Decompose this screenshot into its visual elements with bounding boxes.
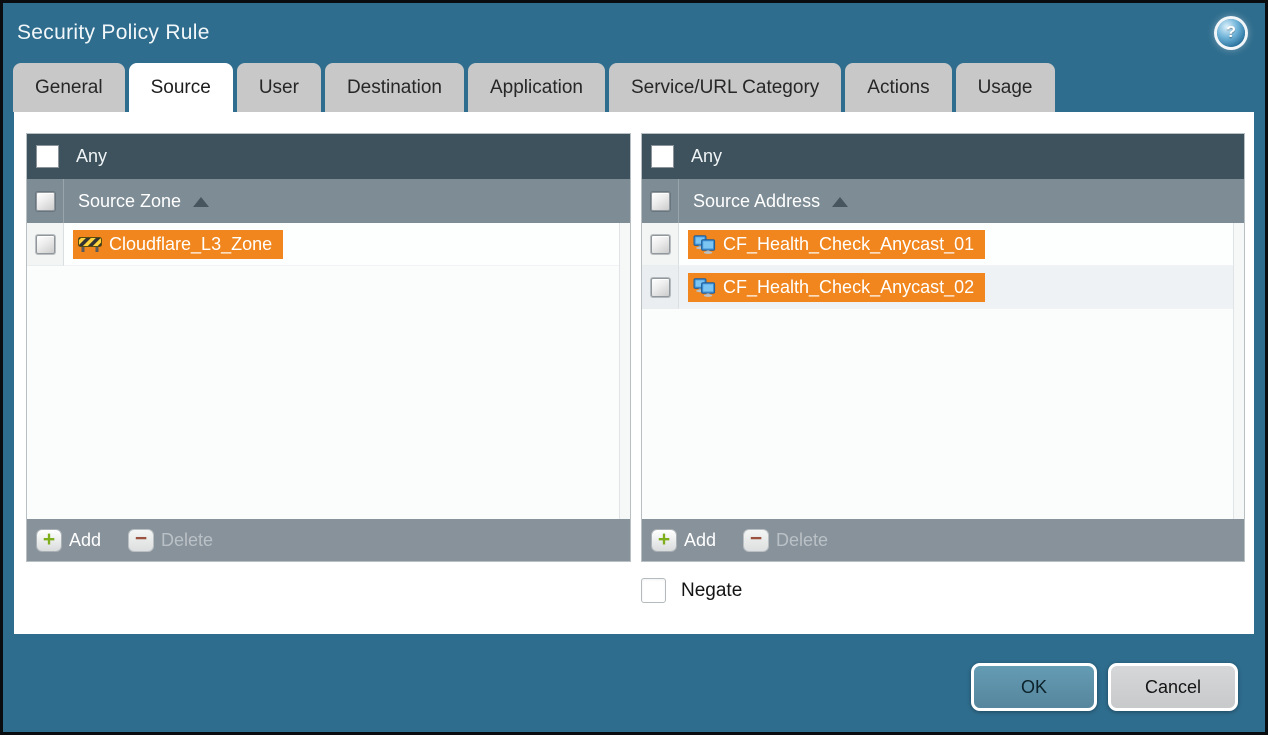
negate-checkbox[interactable] [641,578,666,603]
source-address-footer: + Add − Delete [642,519,1244,561]
address-icon [693,278,716,297]
negate-label: Negate [681,580,742,602]
source-zone-any-header: Any [27,134,630,179]
source-address-column-header[interactable]: Source Address [642,179,1244,223]
source-zone-footer: + Add − Delete [27,519,630,561]
address-object-label: CF_Health_Check_Anycast_01 [723,234,974,255]
sort-asc-icon [832,197,848,207]
delete-button-label: Delete [776,530,828,551]
cancel-button[interactable]: Cancel [1108,663,1238,711]
address-object-chip[interactable]: CF_Health_Check_Anycast_02 [688,273,985,302]
source-address-row-checkbox-2[interactable] [651,278,670,297]
row-checkbox-cell [642,266,679,309]
tab-service-url-category[interactable]: Service/URL Category [609,63,841,112]
source-address-rows-area: CF_Health_Check_Anycast_01 [642,223,1244,519]
tab-actions[interactable]: Actions [845,63,951,112]
address-icon [693,235,716,254]
tab-user[interactable]: User [237,63,321,112]
source-zone-select-all-checkbox[interactable] [36,192,55,211]
help-icon[interactable]: ? [1217,19,1245,47]
source-zone-row[interactable]: Cloudflare_L3_Zone [27,223,619,266]
source-address-any-label: Any [691,146,722,167]
source-address-select-all-checkbox[interactable] [651,192,670,211]
source-zone-any-checkbox[interactable] [36,145,59,168]
add-icon: + [36,529,62,552]
add-button-label: Add [684,530,716,551]
zone-object-chip[interactable]: Cloudflare_L3_Zone [73,230,283,259]
row-content: CF_Health_Check_Anycast_01 [679,223,1233,266]
zone-icon [78,236,102,253]
security-policy-rule-dialog: Security Policy Rule ? General Source Us… [0,0,1268,735]
source-zone-add-button[interactable]: + Add [36,529,101,552]
source-zone-delete-button[interactable]: − Delete [128,529,213,552]
tab-source[interactable]: Source [129,63,233,112]
source-zone-rows-area: Cloudflare_L3_Zone [27,223,630,519]
source-address-any-checkbox[interactable] [651,145,674,168]
row-checkbox-cell [27,223,64,266]
delete-icon: − [128,529,154,552]
sort-asc-icon [193,197,209,207]
source-address-row[interactable]: CF_Health_Check_Anycast_01 [642,223,1233,266]
source-address-column-label: Source Address [693,191,820,212]
source-zone-panel: Any Source Zone [26,133,631,562]
tab-destination[interactable]: Destination [325,63,464,112]
ok-button[interactable]: OK [971,663,1097,711]
dialog-actions: OK Cancel [971,663,1238,711]
source-zone-row-checkbox[interactable] [36,235,55,254]
help-glyph: ? [1226,24,1236,42]
source-address-panel: Any Source Address [641,133,1245,562]
add-icon: + [651,529,677,552]
source-zone-any-label: Any [76,146,107,167]
source-address-any-header: Any [642,134,1244,179]
row-content: CF_Health_Check_Anycast_02 [679,266,1233,309]
source-address-row[interactable]: CF_Health_Check_Anycast_02 [642,266,1233,309]
source-address-row-checkbox-1[interactable] [651,235,670,254]
tab-general[interactable]: General [13,63,125,112]
source-address-select-all-cell [642,179,679,223]
dialog-title: Security Policy Rule [17,21,210,45]
title-bar: Security Policy Rule ? [3,3,1265,63]
row-checkbox-cell [642,223,679,266]
tab-strip: General Source User Destination Applicat… [3,63,1265,112]
tab-usage[interactable]: Usage [956,63,1055,112]
negate-row: Negate [641,578,1245,603]
tab-application[interactable]: Application [468,63,605,112]
source-zone-column-label: Source Zone [78,191,181,212]
delete-button-label: Delete [161,530,213,551]
address-object-label: CF_Health_Check_Anycast_02 [723,277,974,298]
add-button-label: Add [69,530,101,551]
delete-icon: − [743,529,769,552]
row-content: Cloudflare_L3_Zone [64,223,619,266]
zone-object-label: Cloudflare_L3_Zone [109,234,272,255]
source-zone-column-header[interactable]: Source Zone [27,179,630,223]
source-zone-select-all-cell [27,179,64,223]
source-address-delete-button[interactable]: − Delete [743,529,828,552]
source-address-add-button[interactable]: + Add [651,529,716,552]
source-tab-content: Any Source Zone [14,112,1254,634]
address-object-chip[interactable]: CF_Health_Check_Anycast_01 [688,230,985,259]
